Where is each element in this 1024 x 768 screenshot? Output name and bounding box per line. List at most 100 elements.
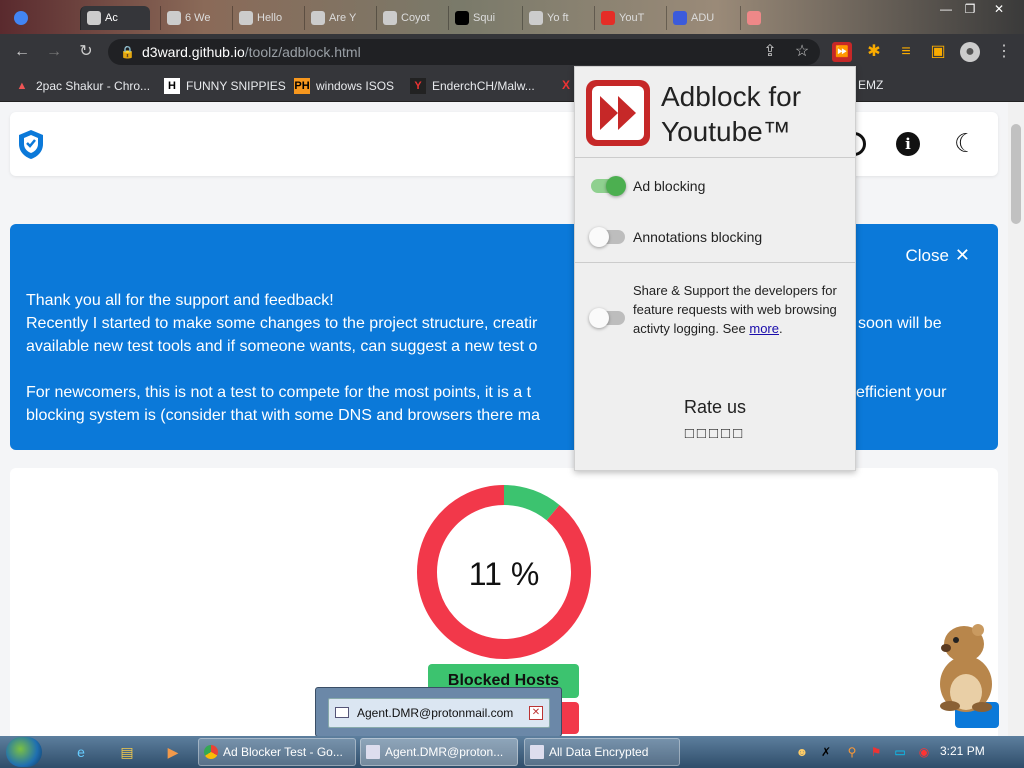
forward-icon[interactable]: → [44,42,64,62]
tab-favicon-icon [167,11,181,25]
site-shield-logo-icon[interactable] [16,128,46,160]
close-thumbnail-icon[interactable]: ✕ [529,706,543,720]
tab-favicon-icon [383,11,397,25]
tab-10[interactable] [740,6,800,30]
lock-icon: 🔒 [120,45,135,59]
ad-blocking-toggle[interactable] [591,176,626,196]
tab-adblock-test[interactable]: Ac [80,6,150,30]
bookmark-favicon-icon: H [164,78,180,94]
rate-us-label[interactable]: Rate us [575,397,855,418]
tab-9[interactable]: ADU [666,6,736,30]
minimize-icon[interactable]: — [934,0,958,20]
tray-search-icon[interactable]: ⚲ [844,744,860,760]
start-button[interactable] [6,737,42,767]
bookmarks-bar: ▲ 2pac Shakur - Chro... H FUNNY SNIPPIES P… [0,70,1024,102]
bookmark-item[interactable]: H FUNNY SNIPPIES [164,78,286,94]
page-scrollbar[interactable] [1008,102,1024,736]
tab-7[interactable]: Yo ft [522,6,592,30]
close-icon: ✕ [954,245,970,265]
bookmark-item[interactable]: Y EnderchCH/Malw... [410,78,535,94]
address-bar[interactable]: 🔒 d3ward.github.io/toolz/adblock.html [108,39,820,65]
profile-avatar-icon[interactable]: ● [960,42,980,62]
share-support-text: Share & Support the developers for featu… [633,283,837,336]
file-explorer-icon[interactable]: ▤ [118,743,136,761]
close-window-icon[interactable]: ✕ [984,0,1014,20]
tray-flag-icon[interactable]: ⚑ [868,744,884,760]
share-support-toggle[interactable] [589,308,625,328]
share-icon[interactable]: ⇪ [760,42,780,62]
ad-blocking-label: Ad blocking [633,178,706,194]
taskbar-email-task[interactable]: Agent.DMR@proton... [360,738,518,766]
tab-youtube[interactable]: YouT [594,6,664,30]
rating-stars[interactable]: □□□□□ [575,425,855,442]
bookmark-favicon-icon: ▲ [16,80,28,92]
taskbar-clock[interactable]: 3:21 PM [940,744,985,758]
hamster-mascot-image [940,624,992,712]
tab-favicon-icon [455,11,469,25]
tray-tools-icon[interactable]: ✗ [818,744,834,760]
tray-network-icon[interactable]: ▭ [892,744,908,760]
adblock-youtube-extension-icon[interactable]: ⏩ [832,42,852,62]
internet-explorer-icon[interactable]: e [72,743,90,761]
bookmark-star-icon[interactable]: ☆ [792,42,812,62]
banner-line: soon will be [858,315,942,332]
bookmark-favicon-icon: PH [294,78,310,94]
bookmark-item[interactable]: ▲ 2pac Shakur - Chro... [14,78,151,94]
annotations-blocking-toggle[interactable] [589,227,625,247]
taskbar-chrome-task[interactable]: Ad Blocker Test - Go... [198,738,356,766]
media-queue-icon[interactable]: ≡ [896,42,916,62]
side-panel-icon[interactable]: ▣ [928,42,948,62]
tab-favicon-icon [529,11,543,25]
toggle-knob [589,227,609,247]
donut-slice-blocked [503,485,560,521]
adblock-youtube-logo-icon [586,80,650,146]
score-label: 11 % [469,556,540,592]
popup-title: Adblock for Youtube™ [661,81,802,147]
toggle-knob [589,308,609,328]
tab-favicon-icon [239,11,253,25]
tab-favicon-icon [747,11,761,25]
bookmark-item[interactable]: PH windows ISOS [294,78,394,94]
reload-icon[interactable]: ↻ [76,42,96,62]
score-donut-chart: 11 % [417,485,591,659]
chrome-menu-icon[interactable] [8,6,38,30]
window-icon [335,707,349,718]
thumbnail-item[interactable]: Agent.DMR@protonmail.com ✕ [328,698,550,728]
bookmark-favicon-icon: Y [410,78,426,94]
youtube-favicon-icon [601,11,615,25]
browser-menu-icon[interactable]: ⋮ [994,42,1014,62]
taskbar-encrypted-task[interactable]: All Data Encrypted [524,738,680,766]
tab-favicon-icon [673,11,687,25]
web-page: i ☾ Close ✕ Thank you all for the support… [0,102,1008,736]
tab-2[interactable]: 6 We [160,6,226,30]
annotations-blocking-label: Annotations blocking [633,229,763,245]
shield-favicon-icon [87,11,101,25]
tab-3[interactable]: Hello [232,6,302,30]
back-icon[interactable]: ← [12,42,32,62]
window-icon [530,745,544,759]
taskbar-thumbnail-popup: Agent.DMR@protonmail.com ✕ [315,687,562,737]
tab-strip: Ac 6 We Hello Are Y Coyot Squi Yo ft You… [0,0,1024,34]
bookmark-x-icon[interactable]: X [562,78,570,92]
bookmark-item[interactable]: EMZ [858,78,883,92]
banner-close-button[interactable]: Close ✕ [905,244,970,267]
tab-4[interactable]: Are Y [304,6,374,30]
banner-line: efficient your [856,384,947,401]
tray-app-icon[interactable]: ☻ [794,744,810,760]
tab-6[interactable]: Squi [448,6,518,30]
scrollbar-thumb[interactable] [1011,124,1021,224]
tab-favicon-icon [311,11,325,25]
popup-divider [575,262,855,263]
extensions-puzzle-icon[interactable]: ✱ [864,42,884,62]
windows-taskbar: e ▤ ▶ Ad Blocker Test - Go... Agent.DMR@… [0,736,1024,768]
maximize-icon[interactable]: ❐ [958,0,982,20]
tab-5[interactable]: Coyot [376,6,446,30]
more-link[interactable]: more [749,321,779,336]
chrome-icon [204,745,218,759]
tray-volume-icon[interactable]: ◉ [916,744,932,760]
media-player-icon[interactable]: ▶ [164,743,182,761]
toggle-knob [606,176,626,196]
adblock-extension-popup: Adblock for Youtube™ Ad blocking Annotat… [574,66,856,471]
dark-mode-moon-icon[interactable]: ☾ [954,130,978,156]
info-icon[interactable]: i [896,132,920,156]
